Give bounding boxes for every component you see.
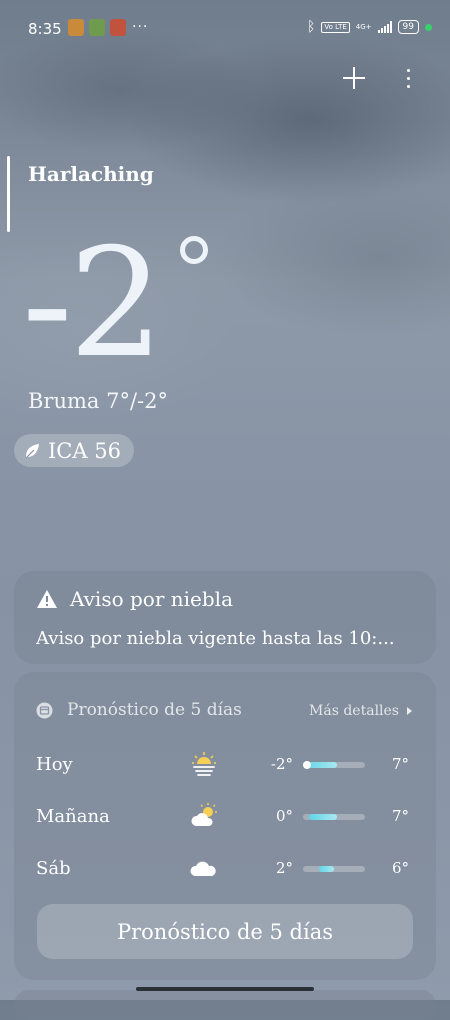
temperature-range-bar bbox=[303, 814, 365, 820]
forecast-card: Pronóstico de 5 días Más detalles Hoy -2°… bbox=[14, 672, 436, 980]
alert-title: Aviso por niebla bbox=[70, 587, 233, 611]
current-temperature-marker bbox=[303, 761, 311, 769]
temperature-range-fill bbox=[309, 814, 338, 820]
five-day-forecast-button[interactable]: Pronóstico de 5 días bbox=[37, 904, 413, 959]
city-name: Harlaching bbox=[28, 162, 154, 186]
forecast-high: 7° bbox=[392, 755, 410, 773]
forecast-low: -2° bbox=[270, 755, 293, 773]
warning-icon bbox=[37, 590, 57, 608]
notification-icon-3 bbox=[110, 19, 126, 36]
chevron-right-icon bbox=[407, 707, 412, 715]
volte-badge: Vo LTE bbox=[321, 21, 350, 33]
alert-header: Aviso por niebla bbox=[36, 587, 233, 611]
notification-icon-2 bbox=[89, 19, 105, 36]
cloud-icon bbox=[190, 854, 218, 882]
condition-summary: Bruma 7°/-2° bbox=[28, 389, 168, 413]
forecast-header: Pronóstico de 5 días bbox=[36, 700, 242, 720]
battery-icon: 99 bbox=[397, 20, 419, 34]
forecast-day: Mañana bbox=[36, 806, 110, 827]
home-indicator[interactable] bbox=[136, 987, 314, 991]
current-temperature: -2 bbox=[22, 217, 164, 391]
signal-icon bbox=[377, 21, 392, 33]
sun-fog-icon bbox=[190, 750, 218, 778]
fog-alert-card[interactable]: Aviso por niebla Aviso por niebla vigent… bbox=[14, 571, 436, 664]
forecast-day: Hoy bbox=[36, 754, 73, 775]
forecast-high: 7° bbox=[392, 807, 410, 825]
add-city-button[interactable] bbox=[340, 64, 368, 92]
calendar-icon bbox=[36, 702, 53, 718]
forecast-low: 0° bbox=[275, 807, 293, 825]
partly-cloudy-icon bbox=[190, 802, 218, 830]
degree-symbol bbox=[180, 236, 208, 264]
leaf-icon bbox=[25, 443, 39, 458]
status-time: 8:35 bbox=[28, 20, 62, 38]
forecast-row[interactable]: Sáb 2° 6° bbox=[14, 848, 436, 888]
status-bar: 8:35 ··· ᛒ Vo LTE 4G+ 99 bbox=[0, 0, 450, 56]
forecast-row[interactable]: Hoy -2° 7° bbox=[14, 744, 436, 784]
temperature-range-bar bbox=[303, 761, 365, 769]
aqi-badge[interactable]: ICA 56 bbox=[14, 434, 134, 467]
privacy-dot-icon bbox=[425, 23, 432, 31]
alert-body: Aviso por niebla vigente hasta las 10:..… bbox=[36, 628, 395, 649]
bluetooth-icon: ᛒ bbox=[307, 19, 316, 35]
temperature-range-fill bbox=[318, 866, 334, 872]
temperature-range-bar bbox=[303, 866, 365, 872]
forecast-title: Pronóstico de 5 días bbox=[67, 700, 242, 720]
notification-icon-1 bbox=[68, 19, 84, 36]
more-options-button[interactable] bbox=[398, 64, 418, 92]
next-card bbox=[14, 990, 436, 1020]
more-details-link[interactable]: Más detalles bbox=[309, 703, 412, 719]
forecast-low: 2° bbox=[275, 859, 293, 877]
more-details-label: Más detalles bbox=[309, 703, 399, 719]
forecast-high: 6° bbox=[392, 859, 410, 877]
aqi-value: ICA 56 bbox=[48, 438, 121, 463]
forecast-row[interactable]: Mañana 0° 7° bbox=[14, 796, 436, 836]
page-indicator bbox=[7, 156, 10, 232]
network-type: 4G+ bbox=[355, 23, 372, 31]
forecast-day: Sáb bbox=[36, 858, 71, 879]
status-icons: ᛒ Vo LTE 4G+ 99 bbox=[307, 19, 432, 35]
more-notifications-icon: ··· bbox=[132, 19, 149, 35]
